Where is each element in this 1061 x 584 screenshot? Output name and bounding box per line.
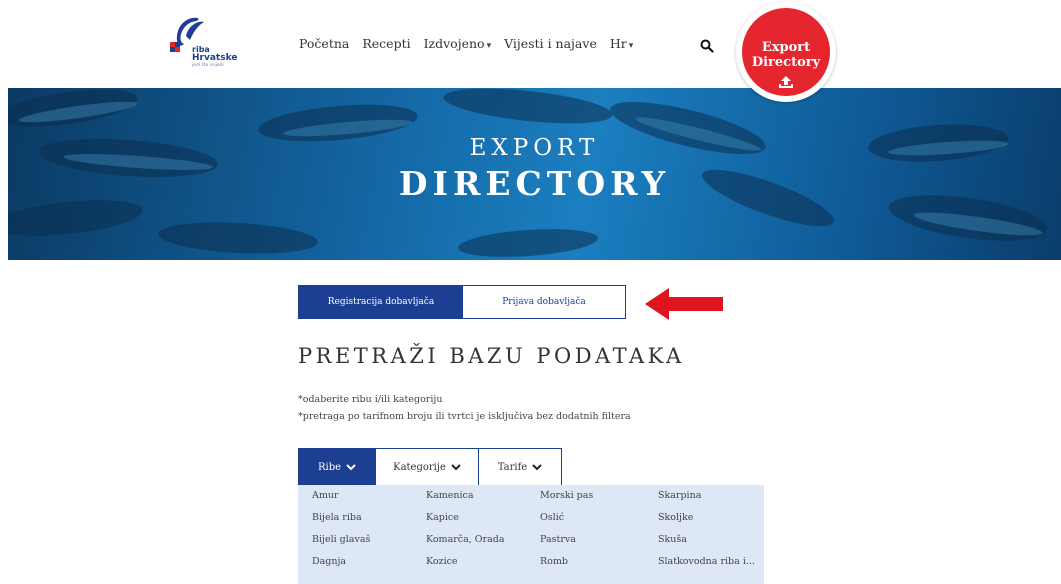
nav-label: Izdvojeno [423,36,485,51]
fish-item[interactable]: Bijela riba [312,512,426,534]
fish-item[interactable]: Amur [312,490,426,512]
fish-item[interactable]: Morski pas [540,490,658,512]
hero-title-small: EXPORT [469,135,600,161]
search-icon[interactable] [700,39,714,53]
export-line1: Export [761,40,811,55]
nav-label: Hr [609,36,627,51]
fish-item[interactable]: Slatkovodna riba i... [658,556,778,578]
hero-title-big: DIRECTORY [398,164,671,203]
red-arrow-icon [645,288,723,320]
site-logo[interactable]: riba Hrvatske jedi što vrijedi [168,14,263,78]
logo-tagline: jedi što vrijedi [192,63,224,68]
site-header: riba Hrvatske jedi što vrijedi Početna R… [0,0,1061,88]
main-nav: Početna Recepti Izdvojeno ▾ Vijesti i naj… [299,36,646,51]
export-directory-button[interactable]: Export Directory [736,2,836,102]
fish-list: Amur Kamenica Morski pas Škarpina Bijela… [298,485,764,584]
fish-item[interactable]: Oslić [540,512,658,534]
fish-item[interactable]: Kamenica [426,490,540,512]
nav-item-language[interactable]: Hr ▾ [610,36,633,51]
caret-down-icon: ▾ [486,41,492,51]
logo-line2: Hrvatske [192,53,238,63]
supplier-register-tab[interactable]: Registracija dobavljača [299,286,463,318]
fish-item[interactable]: Komarča, Orada [426,534,540,556]
fish-item[interactable]: Dagnja [312,556,426,578]
fish-item[interactable]: Skuša [658,534,778,556]
filter-tabs: Ribe Kategorije Tarife [298,448,562,485]
tab-label: Kategorije [393,461,446,473]
nav-label: Početna [299,36,350,51]
tab-ribe[interactable]: Ribe [298,448,376,485]
fish-item[interactable]: Pastrva [540,534,658,556]
nav-item-recepti[interactable]: Recepti [362,36,410,51]
fish-item[interactable]: Bijeli glavaš [312,534,426,556]
search-hint-1: *odaberite ribu i/ili kategoriju [298,394,443,405]
export-line2: Directory [751,55,821,70]
tab-tarife[interactable]: Tarife [478,448,562,485]
hero-banner: EXPORT DIRECTORY [8,88,1061,260]
caret-down-icon: ▾ [628,41,634,51]
nav-item-vijesti[interactable]: Vijesti i najave [504,36,597,51]
fish-item[interactable]: Školjke [658,512,778,534]
tab-label: Tarife [497,461,528,473]
fish-item[interactable]: Škarpina [658,490,778,512]
chevron-down-icon [532,463,542,470]
tab-kategorije[interactable]: Kategorije [375,448,479,485]
nav-item-pocetna[interactable]: Početna [299,36,349,51]
nav-label: Vijesti i najave [504,36,597,51]
tab-label: Ribe [317,461,342,473]
fish-item[interactable]: Romb [540,556,658,578]
fish-item[interactable]: Kozice [426,556,540,578]
search-hint-2: *pretraga po tarifnom broju ili tvrtci j… [298,411,631,422]
search-title: PRETRAŽI BAZU PODATAKA [298,344,685,368]
nav-item-izdvojeno[interactable]: Izdvojeno ▾ [424,36,492,51]
chevron-down-icon [346,463,356,470]
upload-icon [779,76,793,88]
supplier-login-tab[interactable]: Prijava dobavljača [463,286,625,318]
chevron-down-icon [451,463,461,470]
nav-label: Recepti [362,36,411,51]
supplier-tabs: Registracija dobavljača Prijava dobavlja… [298,285,626,319]
fish-item[interactable]: Kapice [426,512,540,534]
logo-text: riba Hrvatske jedi što vrijedi [192,45,237,69]
